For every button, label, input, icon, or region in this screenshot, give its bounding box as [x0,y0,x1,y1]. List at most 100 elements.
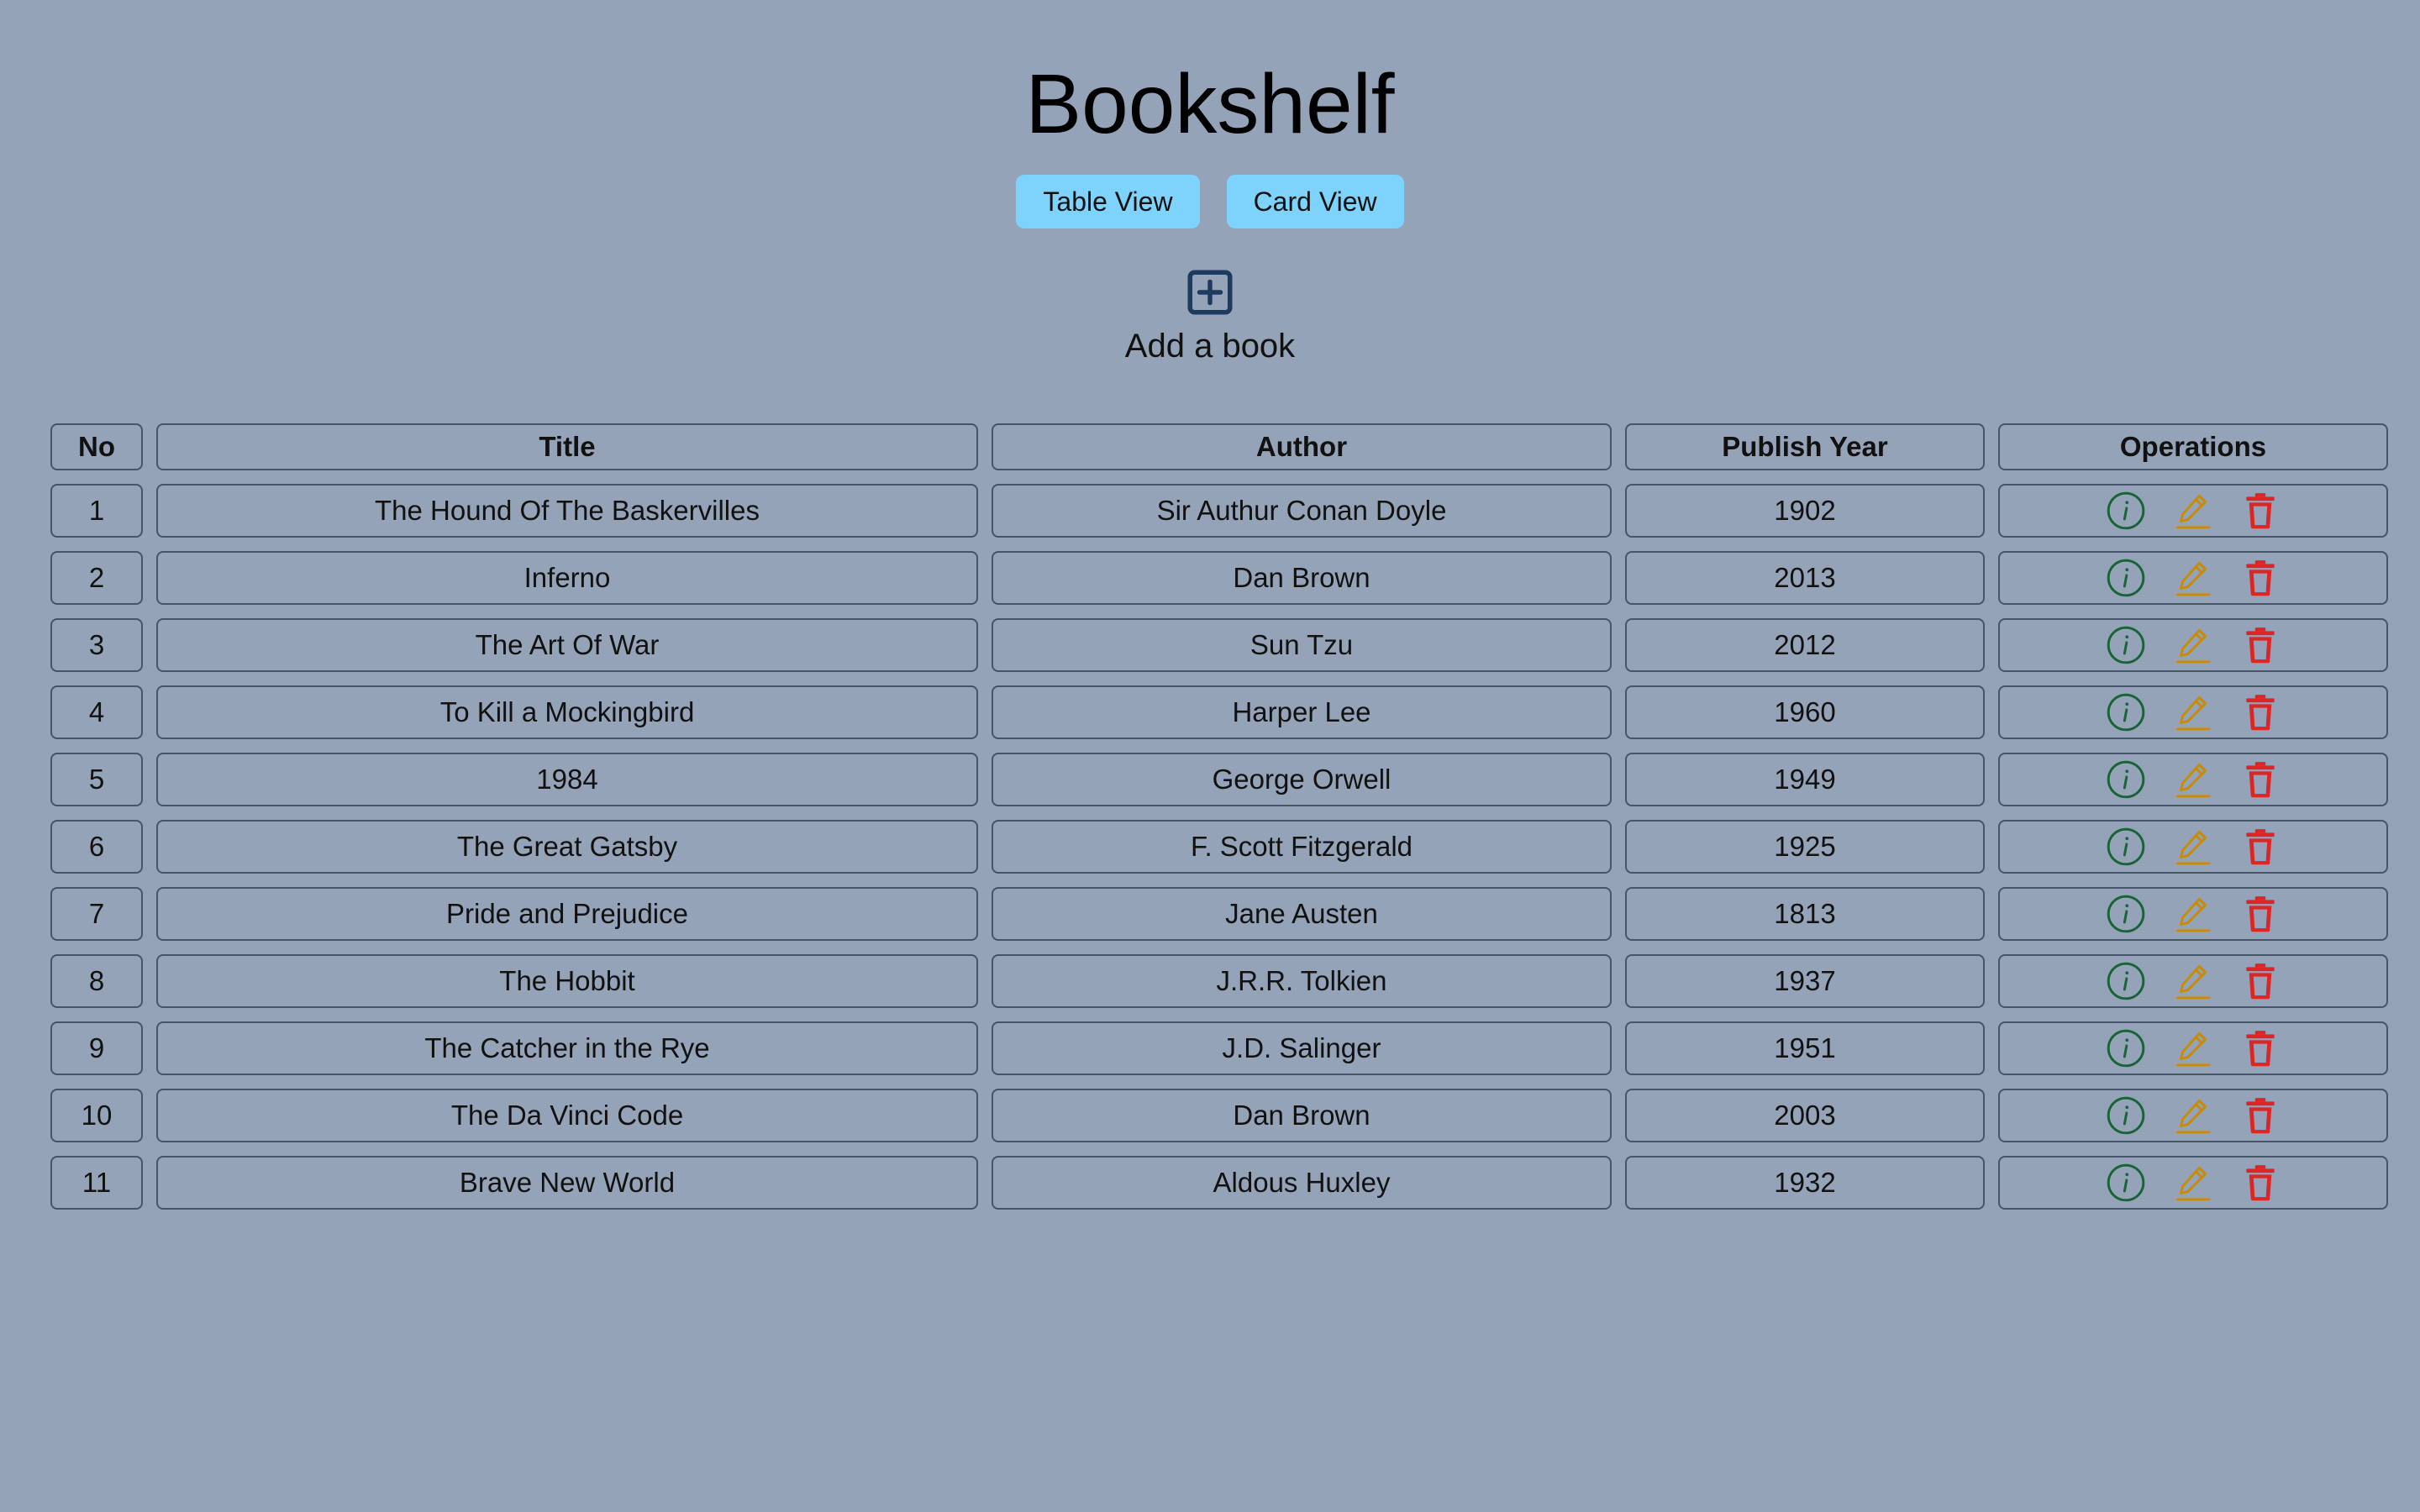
books-table-body: 1 The Hound Of The Baskervilles Sir Auth… [50,484,2388,1210]
pencil-icon[interactable] [2172,1095,2214,1137]
info-circle-icon[interactable] [2105,557,2147,599]
cell-title: The Hobbit [156,954,978,1008]
trash-icon[interactable] [2239,1095,2281,1137]
pencil-icon[interactable] [2172,557,2214,599]
operations-group [2000,624,2386,666]
info-circle-icon[interactable] [2105,490,2147,532]
cell-title: 1984 [156,753,978,806]
cell-publish-year: 2003 [1625,1089,1985,1142]
info-circle-icon[interactable] [2105,1162,2147,1204]
trash-icon[interactable] [2239,691,2281,733]
info-circle-icon[interactable] [2105,1095,2147,1137]
operations-group [2000,893,2386,935]
cell-operations [1998,753,2388,806]
cell-publish-year: 2012 [1625,618,1985,672]
cell-publish-year: 1902 [1625,484,1985,538]
view-toggle: Table View Card View [0,175,2420,228]
pencil-icon[interactable] [2172,490,2214,532]
cell-no: 9 [50,1021,143,1075]
cell-title: Brave New World [156,1156,978,1210]
header-author: Author [992,423,1612,470]
table-row: 5 1984 George Orwell 1949 [50,753,2388,806]
pencil-icon[interactable] [2172,759,2214,801]
operations-group [2000,691,2386,733]
cell-operations [1998,618,2388,672]
info-circle-icon[interactable] [2105,826,2147,868]
cell-author: Sun Tzu [992,618,1612,672]
pencil-icon[interactable] [2172,1162,2214,1204]
pencil-icon[interactable] [2172,691,2214,733]
cell-title: The Hound Of The Baskervilles [156,484,978,538]
pencil-icon[interactable] [2172,624,2214,666]
header-no: No [50,423,143,470]
info-circle-icon[interactable] [2105,691,2147,733]
info-circle-icon[interactable] [2105,960,2147,1002]
cell-operations [1998,954,2388,1008]
plus-square-icon[interactable] [1185,267,1235,318]
cell-author: F. Scott Fitzgerald [992,820,1612,874]
cell-no: 2 [50,551,143,605]
table-row: 4 To Kill a Mockingbird Harper Lee 1960 [50,685,2388,739]
operations-group [2000,960,2386,1002]
pencil-icon[interactable] [2172,826,2214,868]
pencil-icon[interactable] [2172,960,2214,1002]
operations-group [2000,826,2386,868]
table-row: 2 Inferno Dan Brown 2013 [50,551,2388,605]
cell-operations [1998,484,2388,538]
cell-author: Aldous Huxley [992,1156,1612,1210]
cell-no: 3 [50,618,143,672]
trash-icon[interactable] [2239,826,2281,868]
card-view-button[interactable]: Card View [1226,175,1404,228]
cell-author: J.D. Salinger [992,1021,1612,1075]
info-circle-icon[interactable] [2105,893,2147,935]
cell-no: 4 [50,685,143,739]
pencil-icon[interactable] [2172,893,2214,935]
info-circle-icon[interactable] [2105,759,2147,801]
trash-icon[interactable] [2239,624,2281,666]
cell-no: 11 [50,1156,143,1210]
cell-publish-year: 1960 [1625,685,1985,739]
cell-title: The Art Of War [156,618,978,672]
trash-icon[interactable] [2239,490,2281,532]
cell-title: Pride and Prejudice [156,887,978,941]
trash-icon[interactable] [2239,759,2281,801]
info-circle-icon[interactable] [2105,1027,2147,1069]
trash-icon[interactable] [2239,557,2281,599]
trash-icon[interactable] [2239,1162,2281,1204]
bookshelf-page: Bookshelf Table View Card View Add a boo… [0,0,2420,1512]
table-header-row: No Title Author Publish Year Operations [50,423,2388,470]
cell-operations [1998,1156,2388,1210]
cell-author: Dan Brown [992,1089,1612,1142]
trash-icon[interactable] [2239,893,2281,935]
cell-no: 6 [50,820,143,874]
operations-group [2000,759,2386,801]
cell-title: The Da Vinci Code [156,1089,978,1142]
trash-icon[interactable] [2239,1027,2281,1069]
cell-publish-year: 1937 [1625,954,1985,1008]
header-publish-year: Publish Year [1625,423,1985,470]
cell-no: 8 [50,954,143,1008]
header-title: Title [156,423,978,470]
cell-no: 10 [50,1089,143,1142]
cell-operations [1998,820,2388,874]
cell-operations [1998,685,2388,739]
cell-author: Jane Austen [992,887,1612,941]
info-circle-icon[interactable] [2105,624,2147,666]
operations-group [2000,557,2386,599]
cell-publish-year: 1949 [1625,753,1985,806]
cell-publish-year: 1813 [1625,887,1985,941]
trash-icon[interactable] [2239,960,2281,1002]
table-row: 10 The Da Vinci Code Dan Brown 2003 [50,1089,2388,1142]
cell-publish-year: 2013 [1625,551,1985,605]
cell-operations [1998,887,2388,941]
books-table: No Title Author Publish Year Operations … [37,410,2402,1223]
pencil-icon[interactable] [2172,1027,2214,1069]
table-row: 3 The Art Of War Sun Tzu 2012 [50,618,2388,672]
cell-operations [1998,551,2388,605]
header-operations: Operations [1998,423,2388,470]
table-view-button[interactable]: Table View [1016,175,1200,228]
cell-publish-year: 1932 [1625,1156,1985,1210]
table-row: 6 The Great Gatsby F. Scott Fitzgerald 1… [50,820,2388,874]
cell-title: Inferno [156,551,978,605]
cell-publish-year: 1951 [1625,1021,1985,1075]
